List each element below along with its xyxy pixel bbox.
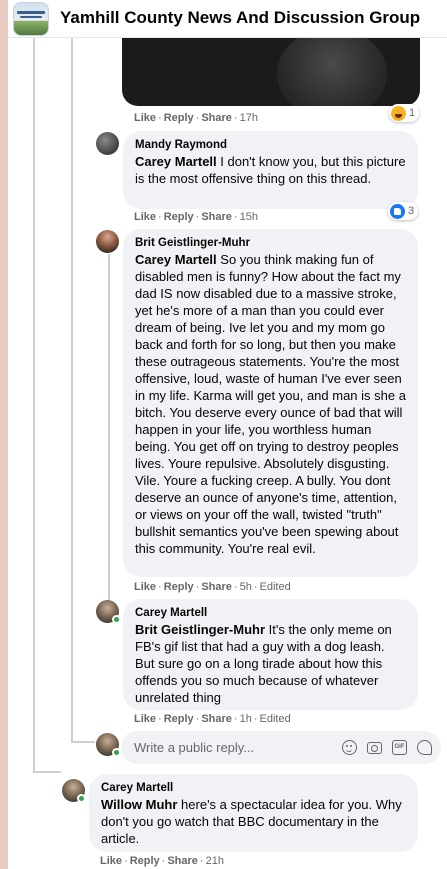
comment-author[interactable]: Carey Martell — [101, 780, 406, 796]
haha-reaction-icon — [391, 105, 406, 121]
like-button[interactable]: Like — [134, 211, 156, 223]
emoji-icon[interactable] — [342, 740, 357, 755]
thread-line-outer — [33, 38, 35, 773]
like-button[interactable]: Like — [100, 855, 122, 867]
mention-link[interactable]: Carey Martell — [135, 154, 217, 169]
comment-actions: Like · Reply · Share · 1h · Edited — [134, 713, 291, 725]
thread-line-inner — [71, 38, 73, 743]
like-button[interactable]: Like — [134, 112, 156, 124]
share-button[interactable]: Share — [201, 581, 232, 593]
thread-line-nested — [108, 254, 110, 612]
comment-text: Brit Geistlinger-Muhr It's the only meme… — [135, 622, 392, 705]
gif-icon[interactable]: GIF — [392, 740, 407, 755]
reaction-count: 1 — [409, 107, 416, 119]
comment-bubble: Carey Martell Brit Geistlinger-Muhr It's… — [123, 599, 418, 710]
comment-bubble: Carey Martell Willow Muhr here's a spect… — [89, 774, 418, 852]
reply-button[interactable]: Reply — [164, 112, 194, 124]
share-button[interactable]: Share — [167, 855, 198, 867]
group-header: Yamhill County News And Discussion Group — [8, 0, 447, 38]
reply-button[interactable]: Reply — [164, 713, 194, 725]
avatar[interactable] — [96, 230, 119, 253]
thread-line-reply-branch — [71, 741, 95, 743]
share-button[interactable]: Share — [201, 112, 232, 124]
comment-actions: Like · Reply · Share · 21h — [100, 855, 224, 867]
timestamp[interactable]: 15h — [240, 211, 258, 223]
thread-line-branch — [33, 771, 61, 773]
comment-actions: Like · Reply · Share · 17h — [134, 112, 258, 124]
camera-icon[interactable] — [367, 742, 382, 754]
reply-button[interactable]: Reply — [130, 855, 160, 867]
comment-image-preview[interactable] — [122, 38, 420, 106]
comment-actions: Like · Reply · Share · 5h · Edited — [134, 581, 291, 593]
left-accent-bar — [0, 0, 8, 869]
comment-text: Carey Martell I don't know you, but this… — [135, 154, 406, 186]
comment-bubble: Mandy Raymond Carey Martell I don't know… — [123, 131, 418, 209]
share-button[interactable]: Share — [201, 211, 232, 223]
timestamp[interactable]: 17h — [240, 112, 258, 124]
timestamp[interactable]: 5h — [240, 581, 252, 593]
reaction-count: 3 — [408, 205, 415, 217]
reaction-summary[interactable]: 3 — [388, 202, 419, 220]
reply-button[interactable]: Reply — [164, 211, 194, 223]
timestamp[interactable]: 21h — [206, 855, 224, 867]
comment-text: Carey Martell So you think making fun of… — [135, 252, 406, 556]
like-button[interactable]: Like — [134, 581, 156, 593]
group-cover-icon[interactable] — [13, 2, 49, 36]
comment-author[interactable]: Brit Geistlinger-Muhr — [135, 235, 406, 251]
comment-author[interactable]: Carey Martell — [135, 605, 406, 621]
mention-link[interactable]: Willow Muhr — [101, 797, 177, 812]
mention-link[interactable]: Carey Martell — [135, 252, 217, 267]
reaction-summary[interactable]: 1 — [389, 104, 420, 122]
reply-input[interactable]: Write a public reply... GIF — [121, 731, 441, 764]
online-status-dot — [77, 794, 86, 803]
timestamp[interactable]: 1h — [240, 713, 252, 725]
reply-placeholder: Write a public reply... — [134, 740, 255, 755]
comment-author[interactable]: Mandy Raymond — [135, 137, 406, 153]
online-status-dot — [112, 748, 121, 757]
share-button[interactable]: Share — [201, 713, 232, 725]
reply-button[interactable]: Reply — [164, 581, 194, 593]
edited-label: Edited — [259, 581, 291, 593]
group-title[interactable]: Yamhill County News And Discussion Group — [60, 8, 420, 28]
comment-bubble: Brit Geistlinger-Muhr Carey Martell So y… — [123, 229, 418, 577]
sticker-icon[interactable] — [417, 740, 432, 755]
comment-text: Willow Muhr here's a spectacular idea fo… — [101, 797, 402, 846]
like-button[interactable]: Like — [134, 713, 156, 725]
like-reaction-icon — [390, 203, 405, 219]
mention-link[interactable]: Brit Geistlinger-Muhr — [135, 622, 265, 637]
comment-actions: Like · Reply · Share · 15h — [134, 211, 258, 223]
edited-label: Edited — [259, 713, 291, 725]
online-status-dot — [112, 615, 121, 624]
avatar[interactable] — [96, 132, 119, 155]
